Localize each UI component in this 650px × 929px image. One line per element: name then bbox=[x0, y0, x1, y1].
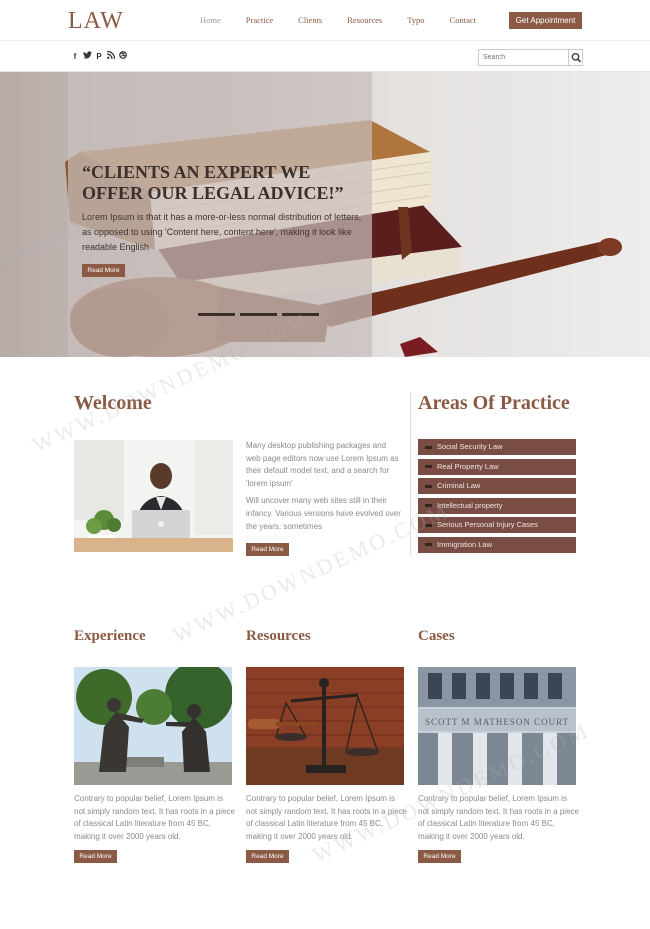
hero-text: Lorem Ipsum is that it has a more-or-les… bbox=[82, 212, 362, 252]
welcome-paragraph-2: Will uncover many web sites still in the… bbox=[246, 496, 401, 531]
bullet-icon bbox=[425, 523, 432, 527]
experience-title: Experience bbox=[74, 628, 146, 644]
nav-typo[interactable]: Typo bbox=[407, 15, 424, 25]
facebook-icon[interactable]: f bbox=[69, 51, 81, 62]
slide-indicator-3[interactable] bbox=[282, 313, 319, 316]
welcome-image bbox=[74, 440, 233, 552]
practice-item-real-property-law[interactable]: Real Property Law bbox=[418, 458, 576, 475]
experience-image bbox=[74, 667, 232, 785]
cases-title: Cases bbox=[418, 628, 455, 644]
welcome-paragraph-1: Many desktop publishing packages and web… bbox=[246, 441, 399, 488]
resources-read-more-button[interactable]: Read More bbox=[246, 850, 289, 863]
hero-read-more-button[interactable]: Read More bbox=[82, 264, 125, 277]
site-header: LAW Home Practice Clients Resources Typo… bbox=[0, 0, 650, 41]
practice-item-label: Serious Personal Injury Cases bbox=[437, 520, 538, 530]
get-appointment-button[interactable]: Get Appointment bbox=[509, 12, 582, 29]
practice-item-criminal-law[interactable]: Criminal Law bbox=[418, 478, 576, 495]
social-links: f P bbox=[69, 50, 129, 62]
nav-resources[interactable]: Resources bbox=[347, 15, 382, 25]
cases-read-more-button[interactable]: Read More bbox=[418, 850, 461, 863]
practice-item-label: Criminal Law bbox=[437, 481, 481, 491]
nav-home[interactable]: Home bbox=[200, 15, 221, 25]
bullet-icon bbox=[425, 484, 432, 488]
search-input[interactable] bbox=[479, 50, 569, 65]
welcome-read-more-button[interactable]: Read More bbox=[246, 543, 289, 556]
practice-item-label: Social Security Law bbox=[437, 442, 503, 451]
resources-text: Contrary to popular belief, Lorem Ipsum … bbox=[246, 794, 407, 841]
search-box bbox=[478, 49, 583, 66]
bullet-icon bbox=[425, 504, 432, 508]
practice-item-social-security-law[interactable]: Social Security Law bbox=[418, 439, 576, 455]
social-search-bar: f P bbox=[0, 42, 650, 72]
welcome-text: Many desktop publishing packages and web… bbox=[246, 440, 401, 538]
practice-item-immigration-law[interactable]: Immigration Law bbox=[418, 536, 576, 553]
resources-image bbox=[246, 667, 404, 785]
experience-read-more-button[interactable]: Read More bbox=[74, 850, 117, 863]
bullet-icon bbox=[425, 465, 432, 469]
search-button[interactable] bbox=[568, 50, 582, 65]
hero-title: “CLIENTS AN EXPERT WE OFFER OUR LEGAL AD… bbox=[82, 162, 344, 203]
pinterest-icon[interactable]: P bbox=[93, 51, 105, 62]
dribbble-icon[interactable] bbox=[117, 51, 129, 62]
practice-item-personal-injury[interactable]: Serious Personal Injury Cases bbox=[418, 517, 576, 534]
slide-indicator-2[interactable] bbox=[240, 313, 277, 316]
cases-text: Contrary to popular belief, Lorem Ipsum … bbox=[418, 794, 579, 841]
main-nav: Home Practice Clients Resources Typo Con… bbox=[200, 15, 501, 25]
resources-title: Resources bbox=[246, 628, 311, 644]
practice-item-label: Immigration Law bbox=[437, 539, 493, 549]
welcome-title: Welcome bbox=[74, 392, 152, 414]
hero-slider: “CLIENTS AN EXPERT WE OFFER OUR LEGAL AD… bbox=[0, 72, 650, 357]
nav-clients[interactable]: Clients bbox=[298, 15, 322, 25]
rss-icon[interactable] bbox=[105, 50, 117, 62]
twitter-icon[interactable] bbox=[81, 51, 93, 62]
experience-text: Contrary to popular belief, Lorem Ipsum … bbox=[74, 794, 235, 841]
practice-list: Social Security Law Real Property Law Cr… bbox=[418, 439, 576, 557]
nav-contact[interactable]: Contact bbox=[450, 15, 476, 25]
bullet-icon bbox=[425, 543, 432, 547]
nav-practice[interactable]: Practice bbox=[246, 15, 273, 25]
bullet-icon bbox=[425, 445, 432, 449]
search-icon bbox=[571, 52, 582, 63]
cases-image: SCOTT M MATHESON COURT bbox=[418, 667, 576, 785]
practice-item-label: Real Property Law bbox=[437, 461, 499, 471]
practice-item-label: Intellectual property bbox=[437, 500, 503, 510]
slide-indicator-1[interactable] bbox=[198, 313, 235, 316]
courthouse-sign: SCOTT M MATHESON COURT bbox=[425, 717, 569, 727]
practice-item-intellectual-property[interactable]: Intellectual property bbox=[418, 497, 576, 514]
slider-indicators bbox=[198, 313, 324, 316]
areas-title: Areas Of Practice bbox=[418, 392, 570, 414]
site-logo[interactable]: LAW bbox=[68, 8, 124, 35]
section-divider bbox=[410, 392, 411, 555]
